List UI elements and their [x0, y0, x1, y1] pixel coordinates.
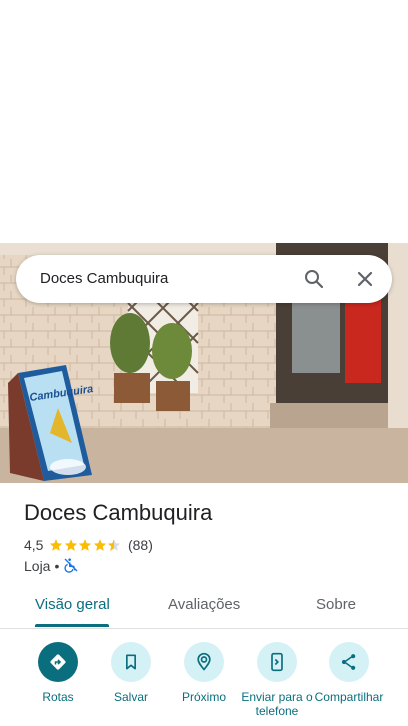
tab-about[interactable]: Sobre: [316, 588, 356, 626]
share-button[interactable]: Compartilhar: [312, 640, 386, 704]
separator: •: [54, 558, 60, 574]
not-wheelchair-accessible-icon: [63, 557, 79, 576]
rating-value: 4,5: [24, 537, 44, 553]
nearby-label: Próximo: [181, 690, 226, 704]
star-icon: [79, 539, 92, 551]
share-label: Compartilhar: [314, 690, 384, 704]
send-to-phone-button[interactable]: Enviar para o telefone: [240, 640, 314, 718]
star-icon: [50, 539, 63, 551]
directions-label: Rotas: [42, 690, 74, 704]
send-to-phone-icon: [257, 642, 297, 682]
search-query[interactable]: Doces Cambuquira: [40, 255, 168, 303]
half-star-icon: [108, 539, 121, 551]
star-icon: [93, 539, 107, 551]
category-label: Loja: [24, 558, 51, 574]
send-to-phone-label: Enviar para o telefone: [241, 690, 313, 718]
map-blank-area: [0, 0, 408, 243]
search-bar[interactable]: Doces Cambuquira: [16, 255, 392, 303]
nearby-button[interactable]: Próximo: [167, 640, 241, 704]
search-icon[interactable]: [302, 267, 326, 291]
close-icon[interactable]: [353, 267, 377, 291]
directions-icon: [38, 642, 78, 682]
rating-row[interactable]: 4,5 (88): [24, 536, 153, 554]
star-icon: [64, 539, 78, 551]
action-bar: Rotas Salvar Próximo Enviar para o telef…: [0, 640, 408, 726]
nearby-icon: [184, 642, 224, 682]
rating-stars: [49, 538, 122, 552]
bookmark-icon: [111, 642, 151, 682]
place-tabs: Visão geral Avaliações Sobre: [0, 588, 408, 629]
tab-overview[interactable]: Visão geral: [35, 588, 110, 626]
active-tab-indicator: [35, 624, 109, 627]
tab-reviews[interactable]: Avaliações: [168, 588, 240, 626]
place-title: Doces Cambuquira: [24, 500, 213, 525]
review-count[interactable]: (88): [128, 537, 153, 553]
share-icon: [329, 642, 369, 682]
category-row: Loja •: [24, 557, 79, 575]
save-button[interactable]: Salvar: [94, 640, 168, 704]
save-label: Salvar: [113, 690, 148, 704]
directions-button[interactable]: Rotas: [21, 640, 95, 704]
